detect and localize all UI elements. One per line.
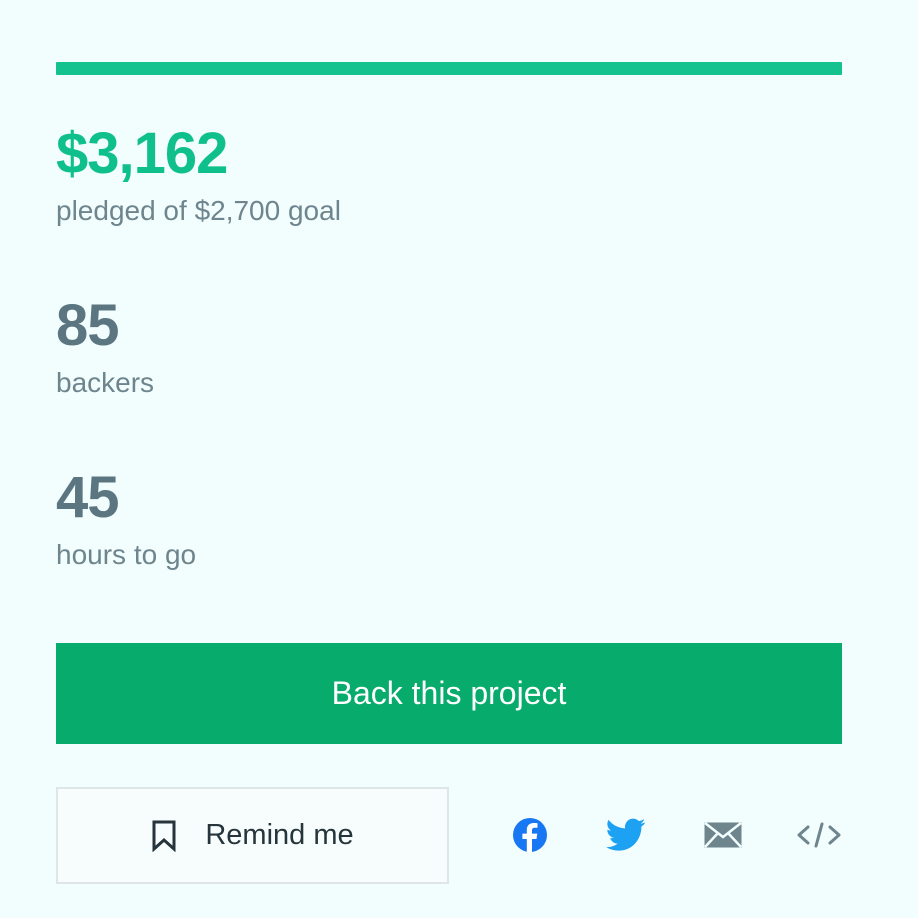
facebook-icon[interactable] [505, 810, 555, 860]
bookmark-icon [151, 820, 177, 852]
back-project-button[interactable]: Back this project [56, 643, 842, 744]
time-left-label: hours to go [56, 539, 197, 570]
pledged-label: pledged of $2,700 goal [56, 195, 341, 226]
time-left-stat: 45 hours to go [56, 469, 196, 571]
embed-code-icon[interactable] [794, 810, 844, 860]
remind-me-label: Remind me [205, 819, 354, 851]
pledged-amount: $3,162 [56, 121, 228, 186]
remind-me-button[interactable]: Remind me [56, 787, 449, 884]
funding-progress-bar [56, 62, 842, 75]
email-icon[interactable] [698, 810, 748, 860]
backers-count: 85 [56, 293, 120, 358]
twitter-icon[interactable] [601, 810, 651, 860]
pledged-stat: $3,162 pledged of $2,700 goal [56, 125, 341, 227]
backers-stat: 85 backers [56, 297, 154, 399]
funding-progress-fill [56, 62, 842, 75]
backers-label: backers [56, 367, 155, 398]
time-left-value: 45 [56, 465, 120, 530]
